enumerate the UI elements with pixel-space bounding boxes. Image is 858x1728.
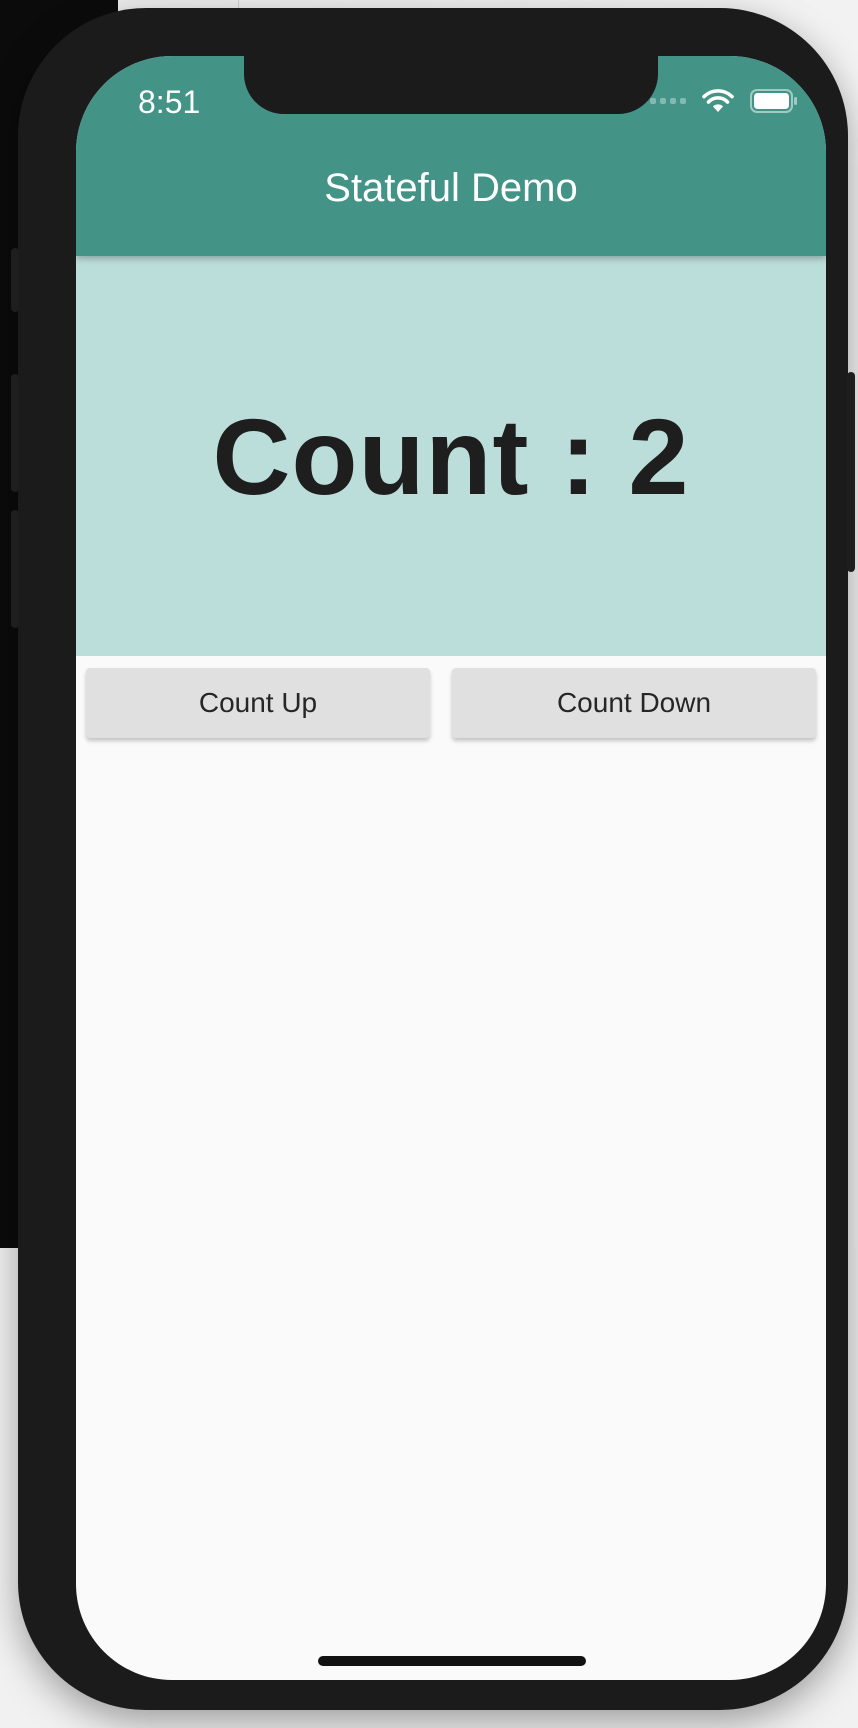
cellular-signal-icon bbox=[650, 98, 686, 104]
volume-down-button bbox=[11, 510, 19, 628]
app-bar-title: Stateful Demo bbox=[324, 166, 578, 210]
status-icons bbox=[650, 86, 798, 116]
phone-screen: 8:51 Stateful Demo Count : 2 Count Up Co… bbox=[76, 56, 826, 1680]
count-down-button[interactable]: Count Down bbox=[452, 668, 816, 738]
count-up-label: Count Up bbox=[198, 687, 318, 718]
home-indicator[interactable] bbox=[318, 1656, 586, 1666]
volume-up-button bbox=[11, 374, 19, 492]
phone-frame: 8:51 Stateful Demo Count : 2 Count Up Co… bbox=[11, 8, 855, 1710]
wifi-icon bbox=[702, 89, 734, 112]
silent-switch bbox=[11, 248, 19, 312]
status-time: 8:51 bbox=[138, 84, 201, 120]
notch bbox=[244, 56, 658, 114]
count-display: Count : 2 bbox=[212, 395, 690, 517]
count-up-button[interactable]: Count Up bbox=[86, 668, 430, 738]
count-down-label: Count Down bbox=[556, 687, 712, 718]
battery-icon bbox=[750, 89, 797, 113]
power-button bbox=[847, 372, 855, 572]
count-panel: Count : 2 bbox=[76, 256, 826, 656]
